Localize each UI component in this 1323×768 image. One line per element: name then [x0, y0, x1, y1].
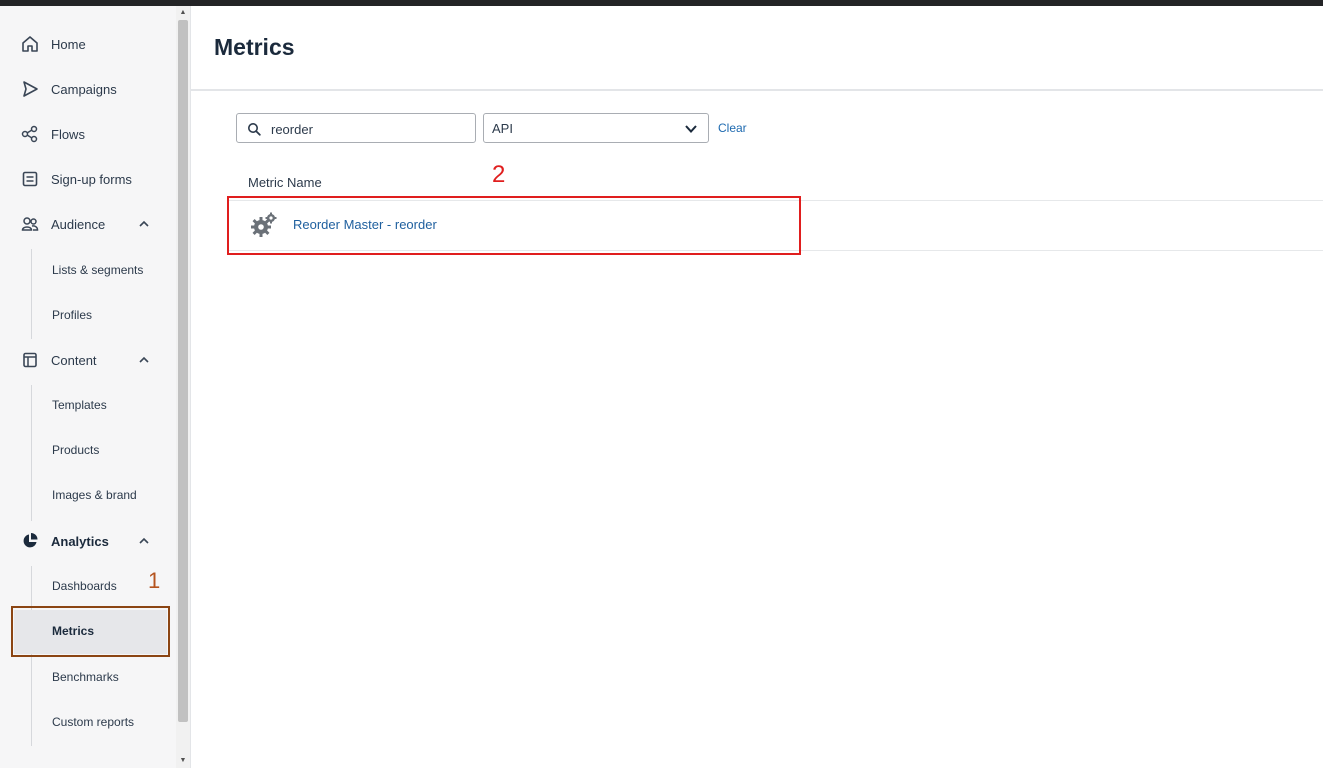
- sidebar-item-label: Campaigns: [51, 81, 117, 97]
- annotation-box-step-2: [227, 196, 801, 255]
- search-icon: [248, 123, 261, 136]
- users-icon: [21, 215, 39, 233]
- sidebar-item-campaigns[interactable]: Campaigns: [0, 69, 176, 109]
- send-icon: [21, 80, 39, 98]
- annotation-number-step-1: 1: [148, 568, 161, 593]
- sidebar-item-flows[interactable]: Flows: [0, 114, 176, 154]
- sidebar-item-label: Home: [51, 36, 86, 52]
- sidebar-scrollbar[interactable]: ▲ ▼: [176, 6, 190, 768]
- sidebar-item-profiles[interactable]: Profiles: [0, 295, 176, 335]
- sidebar-item-label: Dashboards: [52, 579, 117, 593]
- scrollbar-thumb[interactable]: [178, 20, 188, 722]
- sidebar-divider: [190, 6, 191, 768]
- search-input[interactable]: [271, 119, 466, 139]
- chevron-up-icon[interactable]: [138, 354, 150, 366]
- sidebar-item-label: Lists & segments: [52, 263, 144, 277]
- content-icon: [21, 351, 39, 369]
- sidebar-item-label: Analytics: [51, 533, 109, 549]
- sidebar-item-templates[interactable]: Templates: [0, 385, 176, 425]
- chevron-up-icon[interactable]: [138, 218, 150, 230]
- sidebar-item-label: Products: [52, 443, 100, 457]
- sidebar-item-images-brand[interactable]: Images & brand: [0, 475, 176, 515]
- sidebar-item-sign-up-forms[interactable]: Sign-up forms: [0, 159, 176, 199]
- chevron-down-icon: [685, 125, 697, 133]
- sidebar-item-lists-segments[interactable]: Lists & segments: [0, 250, 176, 290]
- sidebar-item-label: Content: [51, 352, 97, 368]
- sidebar-item-label: Images & brand: [52, 488, 137, 502]
- annotation-number-step-2: 2: [492, 161, 506, 188]
- sidebar-item-label: Sign-up forms: [51, 171, 132, 187]
- clear-filters-link[interactable]: Clear: [718, 121, 747, 135]
- search-field[interactable]: [236, 113, 476, 143]
- pie-chart-icon: [21, 532, 39, 550]
- chevron-up-icon[interactable]: [138, 535, 150, 547]
- sidebar-item-label: Audience: [51, 216, 106, 232]
- sidebar-item-audience[interactable]: Audience: [0, 204, 176, 244]
- sidebar-item-label: Benchmarks: [52, 670, 119, 684]
- scroll-up-arrow-icon[interactable]: ▲: [179, 9, 187, 17]
- annotation-box-step-1: [11, 606, 170, 657]
- sidebar-item-benchmarks[interactable]: Benchmarks: [0, 657, 176, 697]
- window-top-bar: [0, 0, 1323, 6]
- select-value: API: [492, 121, 513, 136]
- sidebar-item-products[interactable]: Products: [0, 430, 176, 470]
- home-icon: [21, 35, 39, 53]
- page-title: Metrics: [214, 34, 295, 60]
- sidebar-item-home[interactable]: Home: [0, 24, 176, 64]
- sidebar-item-label: Profiles: [52, 308, 93, 322]
- sidebar-item-analytics[interactable]: Analytics: [0, 521, 176, 561]
- sidebar-item-label: Custom reports: [52, 715, 135, 729]
- sidebar-item-label: Flows: [51, 126, 85, 142]
- metric-type-select[interactable]: API: [483, 113, 709, 143]
- sidebar-item-content[interactable]: Content: [0, 340, 176, 380]
- sidebar-item-custom-reports[interactable]: Custom reports: [0, 702, 176, 742]
- header-divider: [191, 89, 1323, 91]
- scroll-down-arrow-icon[interactable]: ▼: [179, 757, 187, 765]
- sidebar-item-label: Templates: [52, 398, 107, 412]
- flows-icon: [21, 125, 39, 143]
- form-icon: [21, 170, 39, 188]
- column-header-metric-name[interactable]: Metric Name: [248, 175, 322, 190]
